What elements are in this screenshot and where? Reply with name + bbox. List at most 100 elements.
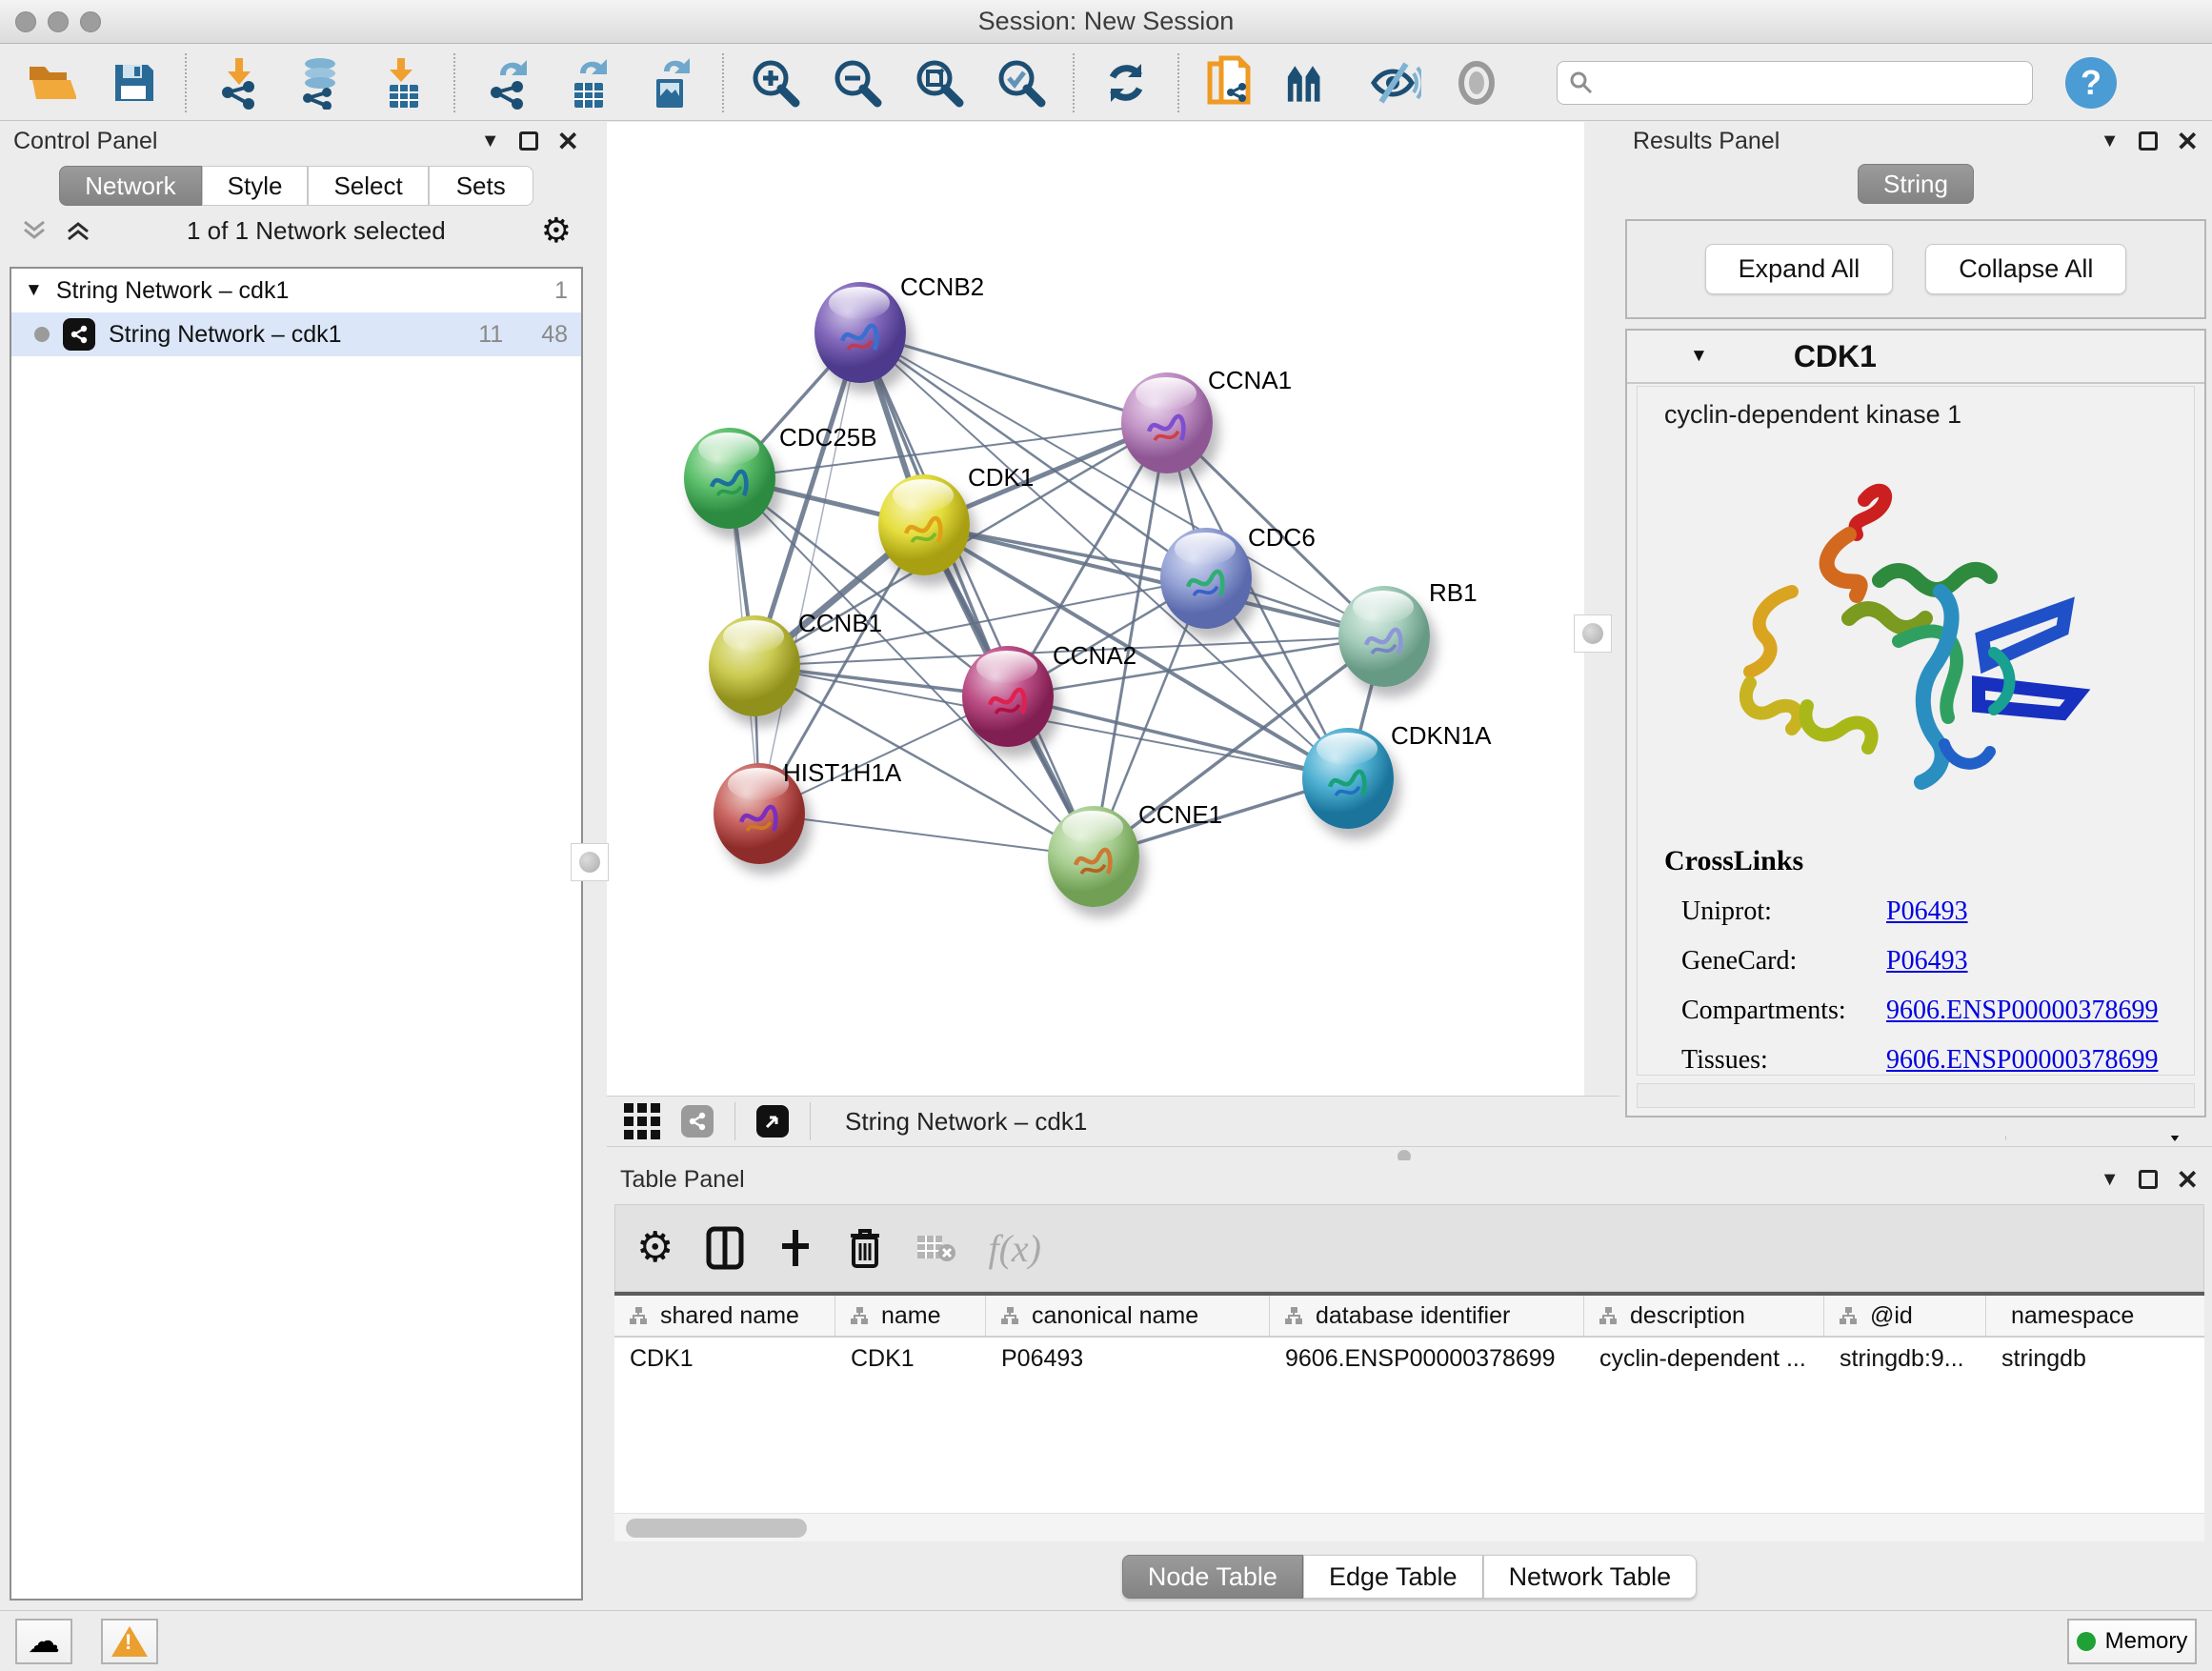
show-columns-icon[interactable] [706,1226,744,1270]
hide-graphics-icon[interactable] [1368,56,1421,110]
collapse-all-icon[interactable] [21,218,48,243]
network-node-cdc25b[interactable] [684,428,775,529]
zoom-selected-icon[interactable] [995,56,1048,110]
network-node-cdk1[interactable] [878,474,970,575]
close-panel-icon[interactable]: ✕ [557,126,579,157]
export-network-icon[interactable] [480,56,533,110]
export-table-icon[interactable] [562,56,615,110]
float-panel-icon[interactable] [2139,131,2158,151]
crosslink-genecard[interactable]: P06493 [1886,946,1968,976]
tab-network-table[interactable]: Network Table [1483,1555,1698,1599]
open-folder-icon[interactable] [25,56,78,110]
detach-view-icon[interactable] [756,1105,789,1137]
status-bar: ☁ Memory [0,1610,2212,1671]
network-node-ccna1[interactable] [1121,372,1213,473]
close-panel-icon[interactable]: ✕ [2177,126,2199,157]
crosslinks-section: CrossLinks Uniprot:P06493 GeneCard:P0649… [1638,820,2194,1076]
memory-button[interactable]: Memory [2067,1619,2197,1664]
zoom-in-icon[interactable] [749,56,802,110]
column-header[interactable]: canonical name [986,1296,1270,1336]
column-header[interactable]: name [835,1296,986,1336]
network-node-ccnb2[interactable] [814,282,906,383]
cloud-services-button[interactable]: ☁ [15,1619,72,1664]
tree-expander-icon[interactable]: ▼ [25,280,43,301]
network-edge[interactable] [759,814,1094,856]
tab-sets[interactable]: Sets [429,166,533,206]
column-header[interactable]: @id [1824,1296,1986,1336]
table-row[interactable]: CDK1 CDK1 P06493 9606.ENSP00000378699 cy… [614,1338,2204,1379]
table-panel: Table Panel ▼ ✕ ⚙ f(x) [607,1160,2212,1610]
network-node-ccne1[interactable] [1048,806,1139,907]
import-network-icon[interactable] [211,56,265,110]
search-input[interactable] [1603,70,2021,96]
grid-view-icon[interactable] [624,1103,660,1139]
network-node-cdkn1a[interactable] [1302,728,1394,829]
network-collection-row[interactable]: ▼ String Network – cdk1 1 [11,269,581,312]
tab-node-table[interactable]: Node Table [1122,1555,1303,1599]
entry-collapse-icon[interactable]: ▼ [1690,346,1708,367]
application-window: Session: New Session [0,0,2212,1671]
network-status-dot [34,327,50,342]
protein-thumbnail [1134,399,1199,457]
import-database-icon[interactable] [293,56,347,110]
tab-edge-table[interactable]: Edge Table [1303,1555,1483,1599]
collapse-all-button[interactable]: Collapse All [1925,244,2126,294]
panel-menu-icon[interactable]: ▼ [481,131,500,152]
control-panel: Control Panel ▼ ✕ Network Style Select S… [0,122,593,1610]
column-header[interactable]: description [1584,1296,1824,1336]
gear-icon[interactable]: ⚙ [541,213,572,248]
string-homes-icon[interactable] [1286,56,1339,110]
network-edge[interactable] [860,332,1167,423]
float-panel-icon[interactable] [519,131,538,151]
tab-style[interactable]: Style [202,166,309,206]
expand-all-button[interactable]: Expand All [1705,244,1894,294]
network-node-ccnb1[interactable] [709,615,800,716]
expand-all-icon[interactable] [65,218,91,243]
network-edge[interactable] [759,332,860,814]
network-canvas[interactable]: CCNB2 CCNA1 CDC25B CDK1 CDC6 RB1CCNB1 CC… [607,122,1584,1096]
network-row[interactable]: String Network – cdk1 11 48 [11,312,581,356]
main-toolbar: ? [0,45,2212,121]
import-table-icon[interactable] [375,56,429,110]
network-node-cdc6[interactable] [1160,528,1252,629]
help-icon[interactable]: ? [2065,57,2117,109]
network-node-rb1[interactable] [1338,586,1430,687]
network-tree: ▼ String Network – cdk1 1 String Network… [10,267,583,1601]
horizontal-scrollbar[interactable] [614,1513,2204,1541]
network-node-label: CCNA2 [1053,641,1136,671]
delete-column-trash-icon[interactable] [847,1226,883,1270]
crosslink-compartments[interactable]: 9606.ENSP00000378699 [1886,996,2158,1026]
network-collection-count: 1 [554,277,568,305]
column-header[interactable]: shared name [614,1296,835,1336]
tab-network[interactable]: Network [59,166,201,206]
export-image-icon[interactable] [644,56,697,110]
warnings-button[interactable] [101,1619,158,1664]
column-header[interactable]: namespace [1986,1296,2134,1336]
zoom-fit-icon[interactable] [913,56,966,110]
close-panel-icon[interactable]: ✕ [2177,1164,2199,1196]
tab-string[interactable]: String [1858,164,1974,204]
scrollbar-thumb[interactable] [626,1519,807,1538]
network-overview-share-icon[interactable] [681,1105,714,1137]
network-node-ccna2[interactable] [962,646,1054,747]
save-icon[interactable] [107,56,160,110]
column-header[interactable]: database identifier [1270,1296,1584,1336]
network-node-label: CDC6 [1248,523,1316,553]
paste-network-icon[interactable] [1204,56,1257,110]
left-splitter-handle[interactable] [571,843,609,881]
function-builder-icon: f(x) [988,1226,1041,1271]
zoom-out-icon[interactable] [831,56,884,110]
crosslink-uniprot[interactable]: P06493 [1886,896,1968,927]
table-tabs: Node Table Edge Table Network Table [607,1555,2212,1599]
table-settings-gear-icon[interactable]: ⚙ [636,1227,674,1269]
add-column-icon[interactable] [776,1226,814,1270]
panel-menu-icon[interactable]: ▼ [2101,1169,2120,1191]
crosslink-tissues[interactable]: 9606.ENSP00000378699 [1886,1045,2158,1076]
toolbar-search[interactable] [1557,61,2033,105]
refresh-icon[interactable] [1099,56,1153,110]
panel-menu-icon[interactable]: ▼ [2101,131,2120,152]
tab-select[interactable]: Select [308,166,428,206]
right-splitter-handle[interactable] [1574,614,1612,653]
birdseye-icon[interactable] [1450,56,1503,110]
float-panel-icon[interactable] [2139,1170,2158,1189]
